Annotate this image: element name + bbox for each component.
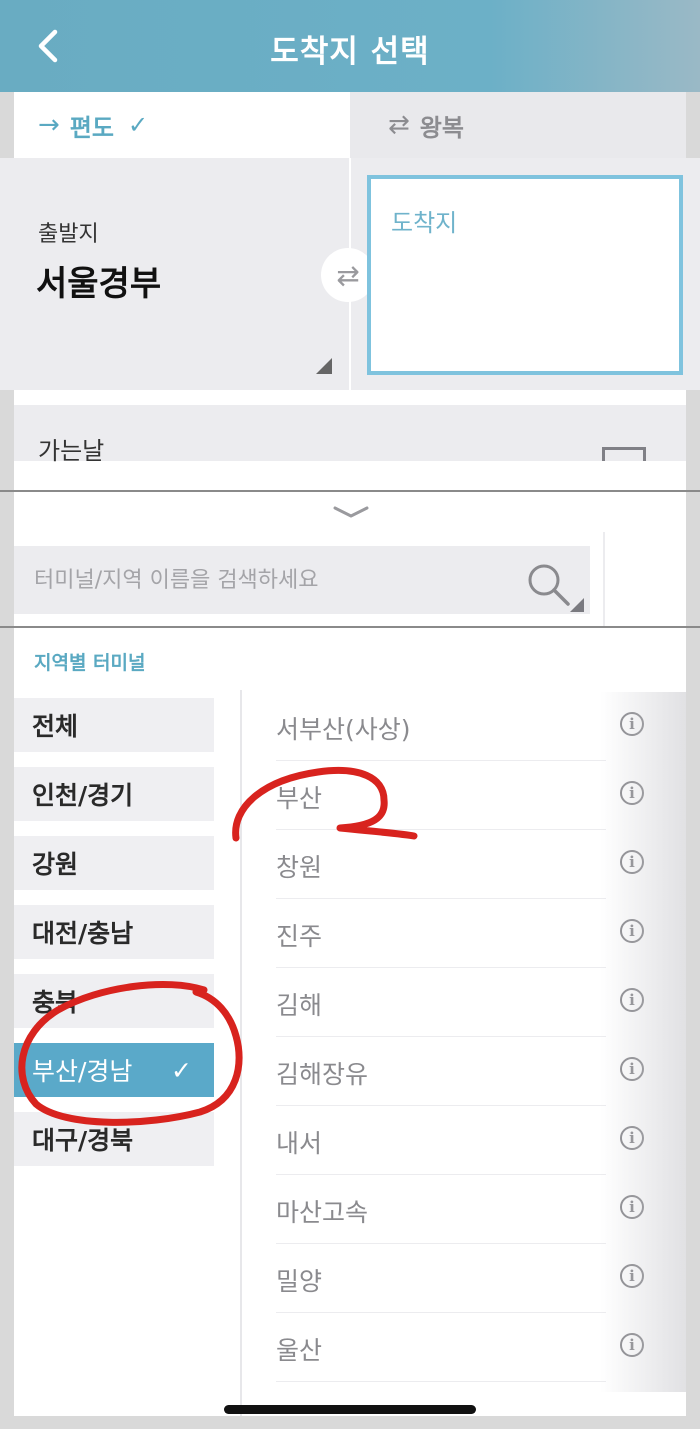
terminal-item[interactable]: 부산 i bbox=[276, 761, 644, 830]
terminal-name: 김해 bbox=[276, 991, 323, 1020]
terminal-item[interactable]: 내서 i bbox=[276, 1106, 644, 1175]
terminal-name: 내서 bbox=[276, 1129, 323, 1158]
terminal-name: 울산 bbox=[276, 1336, 323, 1365]
info-icon[interactable]: i bbox=[620, 781, 644, 805]
region-list: 전체 인천/경기 강원 대전/충남 충북 부산/경남 ✓ 대구/경북 bbox=[14, 690, 242, 1416]
page-title: 도착지 선택 bbox=[270, 34, 430, 70]
date-label: 가는날 bbox=[38, 437, 105, 465]
region-item-gangwon[interactable]: 강원 bbox=[14, 836, 214, 890]
search-bar bbox=[0, 532, 700, 626]
terminal-item[interactable]: 진주 i bbox=[276, 899, 644, 968]
terminal-name: 서부산(사상) bbox=[276, 715, 411, 744]
region-item-busan-gyeongnam[interactable]: 부산/경남 ✓ bbox=[14, 1043, 214, 1097]
arrival-placeholder: 도착지 bbox=[391, 209, 458, 237]
region-item-all[interactable]: 전체 bbox=[14, 698, 214, 752]
region-item-label: 부산/경남 bbox=[32, 1057, 133, 1086]
arrow-right-icon: → bbox=[38, 110, 60, 140]
trip-type-tabs: → 편도 ✓ ⇄ 왕복 bbox=[0, 92, 700, 158]
tab-oneway[interactable]: → 편도 ✓ bbox=[14, 92, 350, 158]
terminal-name: 김해장유 bbox=[276, 1060, 369, 1089]
sheet-top-border bbox=[0, 490, 700, 492]
departure-date-field[interactable]: 가는날 bbox=[14, 405, 686, 465]
terminal-name: 마산고속 bbox=[276, 1198, 369, 1227]
header-bar: 도착지 선택 bbox=[0, 0, 700, 92]
info-icon[interactable]: i bbox=[620, 1333, 644, 1357]
info-icon[interactable]: i bbox=[620, 1264, 644, 1288]
tab-roundtrip-label: 왕복 bbox=[419, 113, 464, 142]
search-input[interactable] bbox=[14, 546, 590, 614]
departure-value: 서울경부 bbox=[36, 264, 162, 304]
route-panel: 출발지 서울경부 ⇄ 도착지 bbox=[0, 158, 700, 390]
tab-oneway-label: 편도 bbox=[69, 113, 114, 142]
info-icon[interactable]: i bbox=[620, 1057, 644, 1081]
check-icon: ✓ bbox=[171, 1055, 192, 1085]
sheet-search-border bbox=[0, 626, 700, 628]
info-icon[interactable]: i bbox=[620, 712, 644, 736]
terminal-item[interactable]: 마산고속 i bbox=[276, 1175, 644, 1244]
terminal-name: 창원 bbox=[276, 853, 323, 882]
terminal-item[interactable]: 서부산(사상) i bbox=[276, 692, 644, 761]
terminal-name: 진주 bbox=[276, 922, 323, 951]
chevron-down-icon bbox=[333, 506, 369, 518]
info-icon[interactable]: i bbox=[620, 850, 644, 874]
check-icon: ✓ bbox=[127, 111, 149, 139]
swap-arrows-icon: ⇄ bbox=[388, 110, 410, 140]
arrival-field[interactable]: 도착지 bbox=[367, 175, 683, 375]
terminal-item[interactable]: 창원 i bbox=[276, 830, 644, 899]
tab-roundtrip[interactable]: ⇄ 왕복 bbox=[350, 92, 686, 158]
info-icon[interactable]: i bbox=[620, 1195, 644, 1219]
region-item-daejeon-chungnam[interactable]: 대전/충남 bbox=[14, 905, 214, 959]
departure-field[interactable]: 출발지 서울경부 bbox=[14, 176, 334, 376]
region-item-incheon-gyeonggi[interactable]: 인천/경기 bbox=[14, 767, 214, 821]
home-indicator bbox=[224, 1405, 476, 1414]
departure-label: 출발지 bbox=[38, 222, 99, 247]
terminal-item[interactable]: 김해장유 i bbox=[276, 1037, 644, 1106]
info-icon[interactable]: i bbox=[620, 988, 644, 1012]
terminal-item[interactable]: 울산 i bbox=[276, 1313, 644, 1382]
terminal-item[interactable]: 김해 i bbox=[276, 968, 644, 1037]
swap-icon: ⇄ bbox=[336, 258, 360, 292]
info-icon[interactable]: i bbox=[620, 1126, 644, 1150]
terminal-name: 밀양 bbox=[276, 1267, 323, 1296]
terminal-name: 부산 bbox=[276, 784, 323, 813]
section-title: 지역별 터미널 bbox=[34, 652, 146, 674]
collapse-sheet-button[interactable] bbox=[331, 500, 371, 524]
search-button[interactable] bbox=[524, 560, 584, 612]
terminal-item[interactable]: 밀양 i bbox=[276, 1244, 644, 1313]
info-icon[interactable]: i bbox=[620, 919, 644, 943]
search-icon bbox=[528, 564, 584, 612]
calendar-icon bbox=[602, 447, 646, 461]
region-item-chungbuk[interactable]: 충북 bbox=[14, 974, 214, 1028]
search-divider bbox=[603, 532, 605, 626]
region-item-daegu-gyeongbuk[interactable]: 대구/경북 bbox=[14, 1112, 214, 1166]
corner-indicator-icon bbox=[316, 358, 332, 374]
